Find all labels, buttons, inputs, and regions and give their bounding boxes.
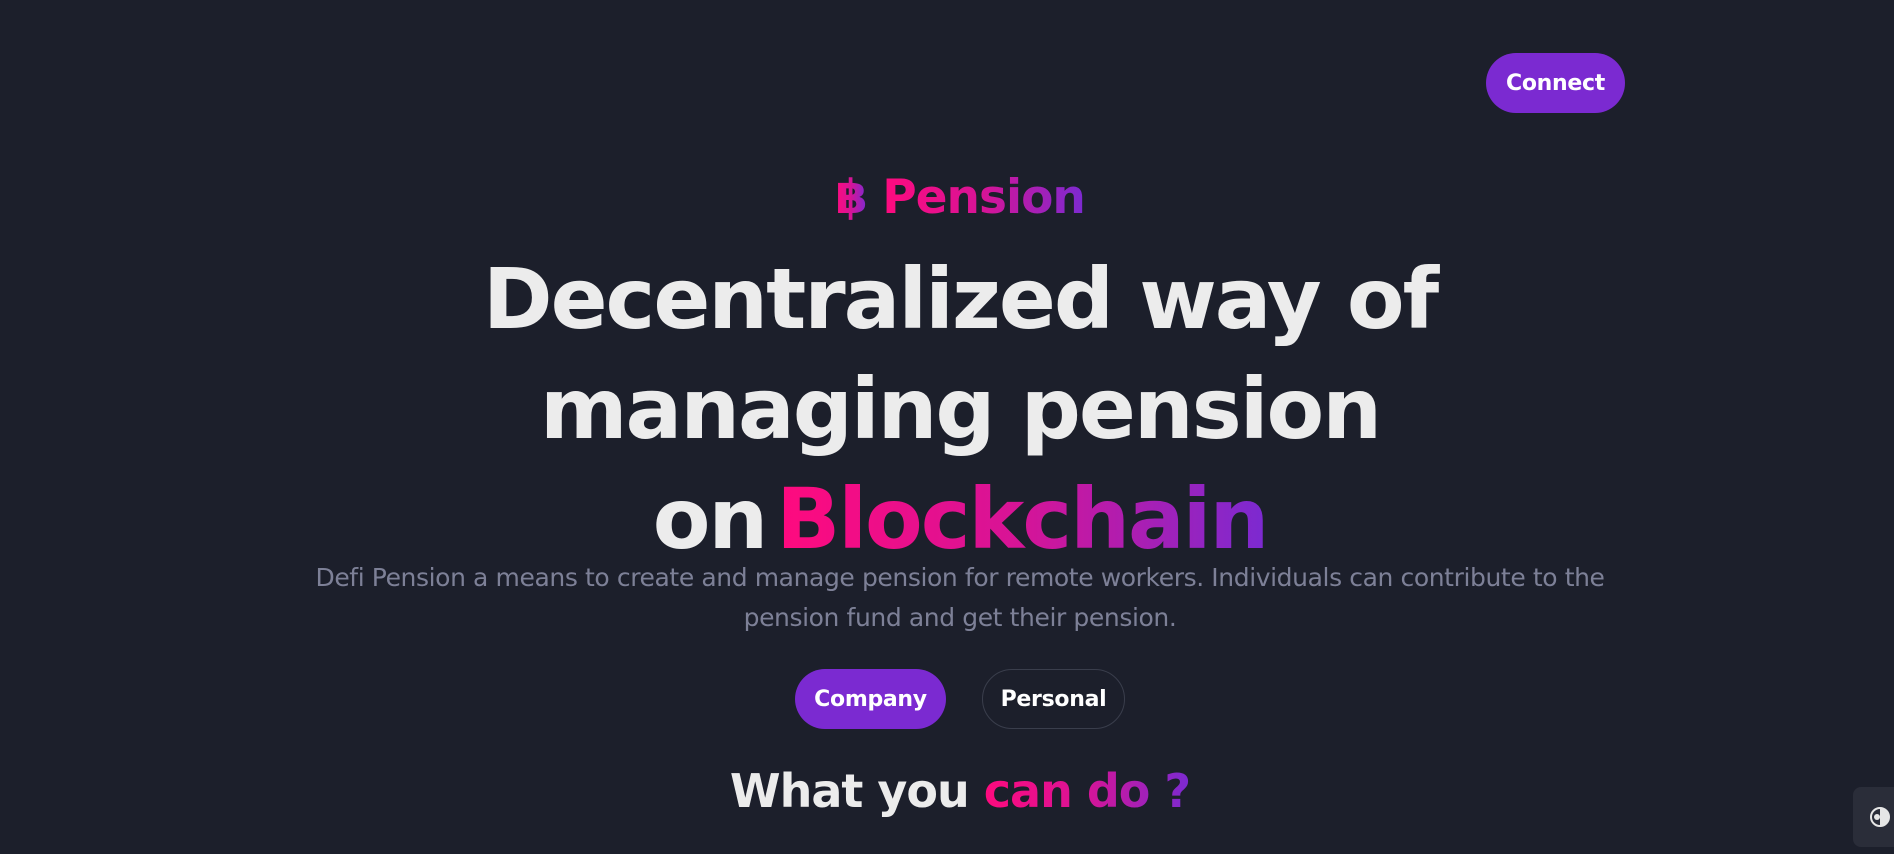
headline-prefix: on (652, 470, 769, 568)
hero-description: Defi Pension a means to create and manag… (315, 563, 1605, 632)
theme-toggle-button[interactable] (1853, 787, 1894, 847)
connect-button[interactable]: Connect (1486, 53, 1625, 113)
section-title-prefix: What you (729, 764, 984, 818)
soundwave-logo-icon[interactable] (294, 22, 398, 136)
contrast-icon (1870, 807, 1890, 827)
section-title: What you can do ? (0, 764, 1894, 818)
hero-headline: Decentralized way of managing pension on… (0, 244, 1894, 574)
landing-page: Connect ฿ Pension Decentralized way of m… (0, 0, 1894, 854)
bitcoin-icon: ฿ (835, 170, 868, 225)
brand-title: ฿ Pension (0, 170, 1894, 225)
headline-line-2: managing pension (540, 360, 1382, 458)
brand-name: Pension (882, 170, 1086, 225)
hero-actions: Company Personal (0, 669, 1894, 729)
headline-accent: Blockchain (776, 470, 1269, 568)
personal-button[interactable]: Personal (982, 669, 1125, 729)
headline-line-1: Decentralized way of (482, 250, 1439, 348)
section-title-accent: can do ? (983, 764, 1191, 818)
company-button[interactable]: Company (795, 669, 946, 729)
